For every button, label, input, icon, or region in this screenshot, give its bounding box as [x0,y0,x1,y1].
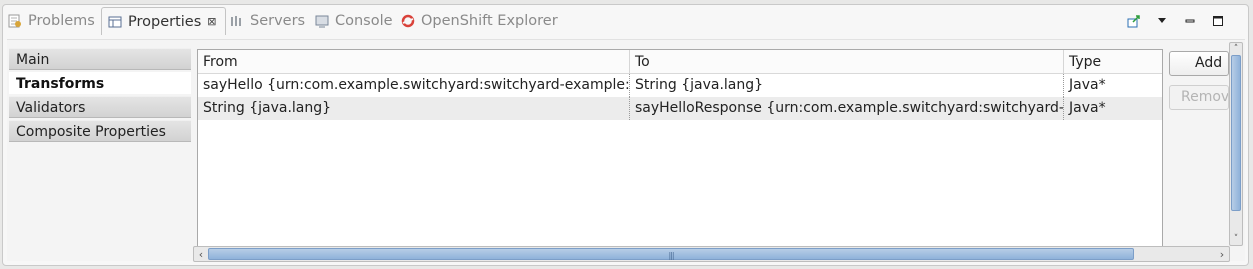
column-header-to[interactable]: To [630,50,1064,73]
tab-label: OpenShift Explorer [421,13,558,29]
column-header-from[interactable]: From [198,50,630,73]
tab-console[interactable]: Console [314,8,393,34]
properties-icon [107,14,123,30]
table-header: From To Type [198,50,1162,74]
grip-icon: ||| [668,251,674,260]
cell-type: Java* [1069,100,1106,116]
horizontal-scroll-thumb[interactable]: ||| [208,248,1134,260]
scroll-down-icon[interactable]: ˅ [1230,233,1242,245]
view-toolbar [1120,12,1232,30]
tab-servers[interactable]: Servers [229,8,305,34]
pin-icon[interactable] [1120,12,1148,30]
cell-type: Java* [1069,77,1106,93]
category-validators[interactable]: Validators [9,96,191,118]
servers-icon [229,13,245,29]
property-categories: Main Transforms Validators Composite Pro… [9,48,191,144]
maximize-icon[interactable] [1204,12,1232,30]
console-icon [314,13,330,29]
cell-to: sayHelloResponse {urn:com.example.switch… [630,97,1064,120]
openshift-icon [400,13,416,29]
column-header-type[interactable]: Type [1064,50,1162,73]
category-composite-properties[interactable]: Composite Properties [9,120,191,142]
tab-label: Problems [28,13,95,29]
tab-label: Console [335,13,393,29]
vertical-scroll-thumb[interactable] [1231,55,1241,211]
close-icon[interactable]: ⊠ [207,15,216,28]
scroll-up-icon[interactable]: ˄ [1230,43,1242,55]
minimize-icon[interactable] [1176,12,1204,30]
vertical-scrollbar[interactable]: ˄ ˅ [1229,42,1243,246]
properties-view: Problems Properties ⊠ Servers Console Op… [2,4,1249,266]
view-tab-bar: Problems Properties ⊠ Servers Console Op… [3,5,1248,35]
tab-label: Properties [128,13,202,30]
horizontal-scrollbar[interactable]: ‹ ||| › [193,246,1230,262]
scroll-right-icon[interactable]: › [1215,247,1229,261]
view-menu-icon[interactable] [1148,12,1176,30]
problems-icon [7,13,23,29]
category-transforms[interactable]: Transforms [9,72,191,94]
cell-from: sayHello {urn:com.example.switchyard:swi… [198,74,630,97]
cell-to: String {java.lang} [630,74,1064,97]
scroll-left-icon[interactable]: ‹ [194,247,208,261]
tab-openshift-explorer[interactable]: OpenShift Explorer [400,8,558,34]
tab-label: Servers [250,13,306,29]
transforms-table: From To Type sayHello {urn:com.example.s… [197,49,1163,258]
table-row[interactable]: String {java.lang} sayHelloResponse {urn… [198,97,1162,120]
category-main[interactable]: Main [9,48,191,70]
table-row[interactable]: sayHello {urn:com.example.switchyard:swi… [198,74,1162,97]
add-button[interactable]: Add [1169,51,1229,76]
remove-button[interactable]: Remove [1169,85,1229,110]
tab-properties[interactable]: Properties ⊠ [101,7,226,35]
properties-content: Main Transforms Validators Composite Pro… [7,39,1245,262]
cell-from: String {java.lang} [198,97,630,120]
tab-problems[interactable]: Problems [7,8,95,34]
